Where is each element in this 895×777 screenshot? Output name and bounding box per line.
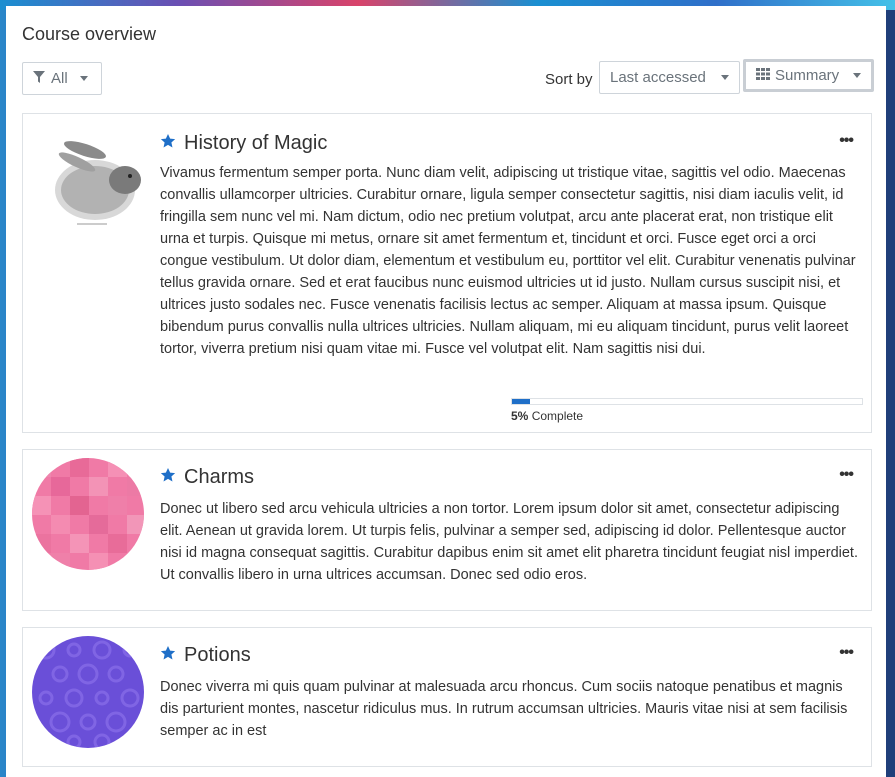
course-name[interactable]: Charms xyxy=(160,466,254,489)
course-title[interactable]: History of Magic xyxy=(184,132,327,155)
course-overview-block: Course overview All Sort by Last accesse… xyxy=(6,6,886,777)
course-name[interactable]: Potions xyxy=(160,644,251,667)
sort-value: Last accessed xyxy=(610,69,706,86)
star-icon[interactable] xyxy=(160,644,176,667)
course-image[interactable] xyxy=(32,636,144,748)
course-card[interactable]: History of Magic ••• Vivamus fermentum s… xyxy=(22,113,872,433)
course-image[interactable] xyxy=(32,458,144,570)
course-summary: Donec viverra mi quis quam pulvinar at m… xyxy=(160,679,848,739)
sort-by-label: Sort by xyxy=(545,71,593,88)
filter-icon xyxy=(33,70,45,87)
chevron-down-icon xyxy=(853,73,861,78)
course-image[interactable] xyxy=(37,128,145,236)
progress-fill xyxy=(512,399,530,404)
course-name[interactable]: History of Magic xyxy=(160,132,327,155)
progress-section: 5% Complete xyxy=(511,398,863,423)
course-summary: Donec ut libero sed arcu vehicula ultric… xyxy=(160,501,858,583)
progress-value: 5% xyxy=(511,409,529,423)
course-card[interactable]: Potions ••• Donec viverra mi quis quam p… xyxy=(22,627,872,767)
star-icon[interactable] xyxy=(160,132,176,155)
progress-text: 5% Complete xyxy=(511,409,863,423)
view-dropdown-button[interactable]: Summary xyxy=(743,59,874,92)
more-icon[interactable]: ••• xyxy=(839,466,854,484)
block-title: Course overview xyxy=(22,24,157,44)
chevron-down-icon xyxy=(79,76,88,81)
course-summary: Vivamus fermentum semper porta. Nunc dia… xyxy=(160,165,856,357)
course-card[interactable]: Charms ••• Donec ut libero sed arcu vehi… xyxy=(22,449,872,611)
view-label: Summary xyxy=(775,67,840,84)
more-icon[interactable]: ••• xyxy=(839,644,854,662)
grid-icon xyxy=(756,67,770,84)
progress-suffix: Complete xyxy=(531,409,584,423)
more-icon[interactable]: ••• xyxy=(839,132,854,150)
filter-dropdown-button[interactable]: All xyxy=(22,62,102,95)
star-icon[interactable] xyxy=(160,466,176,489)
course-title[interactable]: Potions xyxy=(184,644,251,667)
chevron-down-icon xyxy=(721,75,729,80)
progress-bar xyxy=(511,398,863,405)
course-title[interactable]: Charms xyxy=(184,466,254,489)
filter-label: All xyxy=(51,70,68,87)
sort-dropdown-button[interactable]: Last accessed xyxy=(599,61,740,94)
